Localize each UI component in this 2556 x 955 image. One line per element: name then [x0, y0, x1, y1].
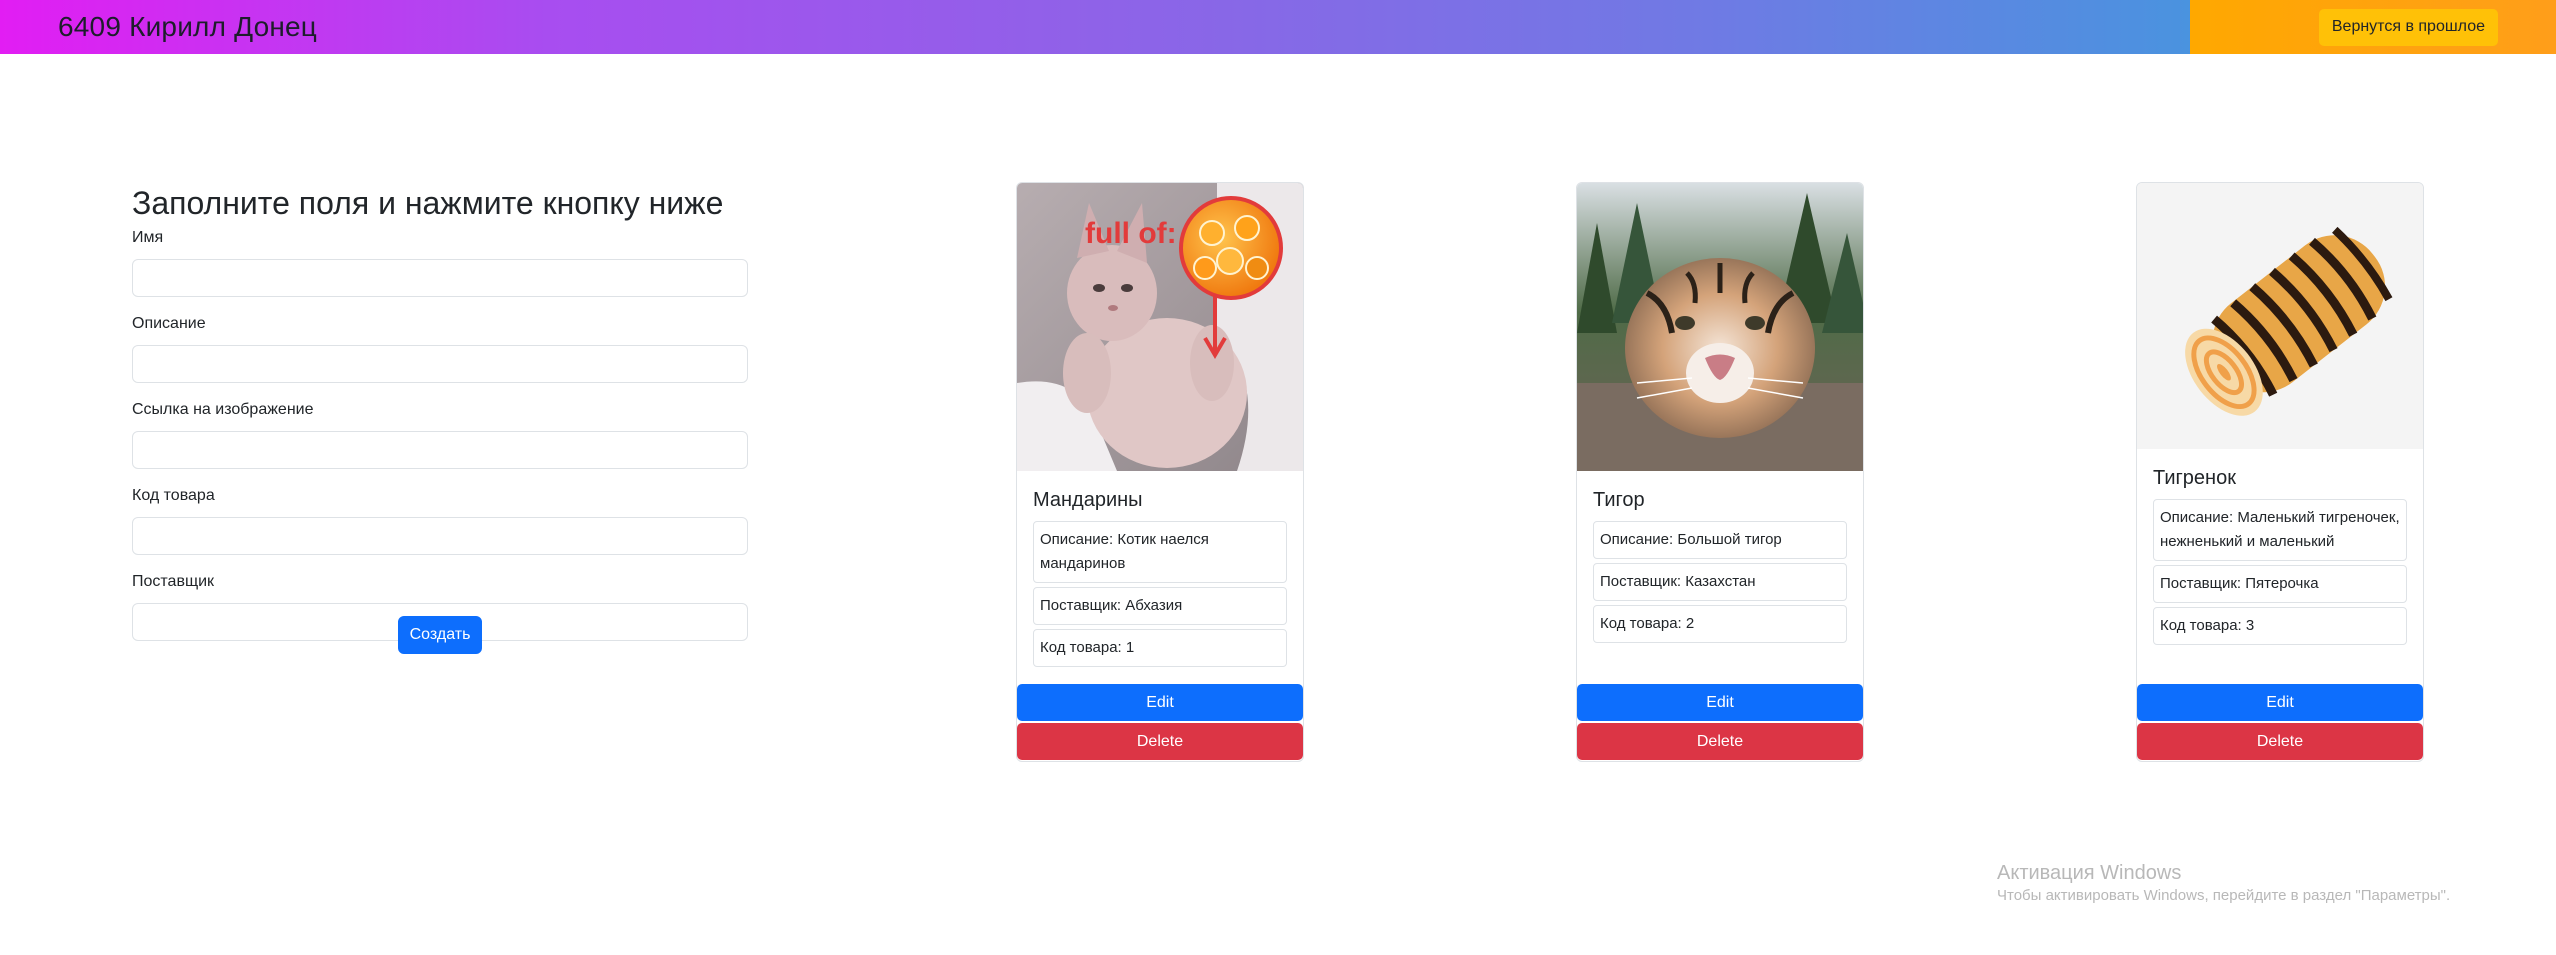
image-url-group: Ссылка на изображение [132, 399, 748, 469]
card-title: Мандарины [1033, 489, 1143, 511]
description-label: Описание [132, 315, 206, 332]
edit-button[interactable]: Edit [2137, 684, 2423, 721]
description-input[interactable] [132, 345, 748, 383]
windows-activation-watermark: Активация Windows Чтобы активировать Win… [1997, 860, 2450, 906]
product-image-cat: full of: [1017, 183, 1303, 471]
edit-button[interactable]: Edit [1577, 684, 1863, 721]
card-supplier: Поставщик: Казахстан [1593, 563, 1847, 601]
card-supplier: Поставщик: Абхазия [1033, 587, 1287, 625]
image-url-label: Ссылка на изображение [132, 401, 314, 418]
description-group: Описание [132, 313, 748, 383]
cat-image-caption: full of: [1085, 217, 1177, 250]
navbar-main: 6409 Кирилл Донец [0, 0, 2190, 54]
image-url-input[interactable] [132, 431, 748, 469]
delete-button[interactable]: Delete [1017, 723, 1303, 760]
navbar-side: Вернутся в прошлое [2190, 0, 2556, 54]
product-code-label: Код товара [132, 487, 215, 504]
brand-title[interactable]: 6409 Кирилл Донец [58, 11, 317, 43]
product-card: Тигор Описание: Большой тигор Поставщик:… [1576, 182, 1864, 762]
cake-image-illustration [2137, 183, 2423, 449]
form-title: Заполните поля и нажмите кнопку ниже [132, 185, 724, 221]
card-description: Описание: Маленький тигреночек, нежненьк… [2153, 499, 2407, 561]
windows-activation-title: Активация Windows [1997, 862, 2182, 884]
product-code-group: Код товара [132, 485, 748, 555]
supplier-label: Поставщик [132, 573, 215, 590]
card-body: Тигренок Описание: Маленький тигреночек,… [2137, 449, 2423, 645]
navbar: 6409 Кирилл Донец Вернутся в прошлое [0, 0, 2556, 54]
card-title: Тигренок [2153, 467, 2236, 489]
name-input[interactable] [132, 259, 748, 297]
product-card: Тигренок Описание: Маленький тигреночек,… [2136, 182, 2424, 762]
create-button[interactable]: Создать [398, 616, 482, 654]
card-code: Код товара: 3 [2153, 607, 2407, 645]
delete-button[interactable]: Delete [1577, 723, 1863, 760]
card-description: Описание: Большой тигор [1593, 521, 1847, 559]
product-image-cake [2137, 183, 2423, 449]
card-title: Тигор [1593, 489, 1645, 511]
product-card: full of: Мандарины Описание: Котик наелс… [1016, 182, 1304, 762]
card-description: Описание: Котик наелся мандаринов [1033, 521, 1287, 583]
card-code: Код товара: 2 [1593, 605, 1847, 643]
product-code-input[interactable] [132, 517, 748, 555]
back-button[interactable]: Вернутся в прошлое [2318, 8, 2498, 46]
name-group: Имя [132, 227, 748, 297]
card-code: Код товара: 1 [1033, 629, 1287, 667]
name-label: Имя [132, 229, 164, 246]
card-supplier: Поставщик: Пятерочка [2153, 565, 2407, 603]
edit-button[interactable]: Edit [1017, 684, 1303, 721]
product-image-tiger [1577, 183, 1863, 471]
delete-button[interactable]: Delete [2137, 723, 2423, 760]
windows-activation-subtitle: Чтобы активировать Windows, перейдите в … [1997, 887, 2451, 904]
create-form: Заполните поля и нажмите кнопку ниже Имя… [132, 183, 748, 657]
card-body: Мандарины Описание: Котик наелся мандари… [1017, 471, 1303, 667]
card-body: Тигор Описание: Большой тигор Поставщик:… [1577, 471, 1863, 643]
tiger-image-illustration [1577, 183, 1863, 471]
cat-image-illustration: full of: [1017, 183, 1303, 471]
